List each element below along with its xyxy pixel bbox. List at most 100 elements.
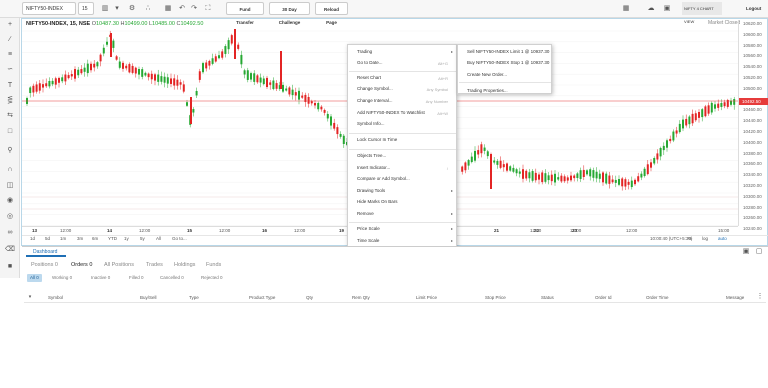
column-header-order-id[interactable]: Order Id (595, 295, 612, 300)
candle-body (230, 35, 233, 44)
range-1d[interactable]: 1d (30, 236, 35, 241)
column-header-message[interactable]: Message (726, 295, 744, 300)
submenu-item[interactable]: Sell NIFTY50-INDEX Limit 1 @ 10937.30 (467, 49, 549, 54)
column-header-symbol[interactable]: Symbol (48, 295, 63, 300)
menu-item-compare-or-add-symbol[interactable]: Compare or Add Symbol... (357, 176, 410, 181)
visibility-icon[interactable]: ◎ (5, 212, 15, 222)
layout-view-select[interactable]: NIFTY 4 CHART VIEW (682, 2, 722, 24)
compare-icon[interactable]: ▦ (163, 4, 173, 14)
candle-body (576, 173, 579, 179)
camera-icon[interactable]: ▣ (741, 247, 751, 257)
trash-icon[interactable]: ⌫ (5, 245, 15, 255)
percent-toggle[interactable]: % (688, 236, 692, 241)
tab-holdings[interactable]: Holdings (174, 262, 195, 268)
pattern-icon[interactable]: ⋚ (5, 96, 15, 106)
candle-body (534, 172, 537, 181)
auto-toggle[interactable]: auto (718, 236, 727, 241)
range-goto[interactable]: Go to... (172, 236, 187, 241)
chevron-down-icon[interactable]: ▾ (112, 4, 122, 14)
undo-icon[interactable]: ↶ (177, 4, 187, 14)
expand-chevron-icon[interactable]: ▾ (25, 292, 35, 302)
submenu-item[interactable]: Create New Order... (467, 72, 507, 77)
menu-item-symbol-info[interactable]: Symbol Info... (357, 121, 385, 126)
column-header-type[interactable]: Type (189, 295, 199, 300)
range-1m[interactable]: 1m (60, 236, 66, 241)
column-header-buy-sell[interactable]: Buy/Sell (140, 295, 157, 300)
columns-menu-icon[interactable]: ⋮ (755, 292, 765, 302)
column-header-qty[interactable]: Qty (306, 295, 313, 300)
filter-inactive[interactable]: Inactive 0 (91, 274, 110, 282)
range-3m[interactable]: 3m (77, 236, 83, 241)
submenu-item[interactable]: Trading Properties... (467, 88, 508, 93)
candle-body (710, 102, 713, 113)
log-toggle[interactable]: log (702, 236, 708, 241)
menu-item-drawing-tools[interactable]: Drawing Tools (357, 188, 385, 193)
menu-item-go-to-date[interactable]: Go to Date... (357, 60, 383, 65)
menu-item-add-nifty50-index-to-watchlist[interactable]: Add NIFTY50-INDEX To Watchlist (357, 110, 425, 115)
eye-icon[interactable]: ◉ (5, 196, 15, 206)
tab-dashboard[interactable]: Dashboard (26, 247, 66, 257)
menu-item-trading[interactable]: Trading (357, 49, 372, 54)
menu-item-change-symbol[interactable]: Change Symbol... (357, 86, 393, 91)
range-ytd[interactable]: YTD (108, 236, 117, 241)
tab-orders[interactable]: Orders 0 (71, 262, 92, 268)
cursor-icon[interactable]: + (5, 20, 15, 30)
trend-line-icon[interactable]: ∕ (5, 35, 15, 45)
redo-icon[interactable]: ↷ (189, 4, 199, 14)
camera-icon[interactable]: ▣ (662, 4, 672, 14)
range-6m[interactable]: 6m (92, 236, 98, 241)
menu-item-reset-chart[interactable]: Reset Chart (357, 75, 381, 80)
fullscreen-icon[interactable]: ⛶ (203, 4, 213, 14)
layout-icon[interactable]: ▦ (621, 4, 631, 14)
column-header-limit-price[interactable]: Limit Price (416, 295, 437, 300)
text-icon[interactable]: T (5, 81, 15, 91)
tab-positions[interactable]: Positions 0 (31, 262, 58, 268)
tab-funds[interactable]: Funds (206, 262, 221, 268)
filter-working[interactable]: Working 0 (52, 274, 72, 282)
range-1y[interactable]: 1y (124, 236, 129, 241)
menu-item-price-scale[interactable]: Price Scale (357, 226, 380, 231)
settings-icon[interactable]: ⚙ (127, 4, 137, 14)
menu-item-change-interval[interactable]: Change Interval... (357, 98, 393, 103)
maximize-icon[interactable]: ▢ (754, 247, 764, 257)
delete-icon[interactable]: ■ (5, 262, 15, 272)
submenu-item[interactable]: Buy NIFTY50-INDEX Stop 1 @ 10937.30 (467, 60, 549, 65)
menu-item-insert-indicator[interactable]: Insert Indicator... (357, 165, 390, 170)
menu-item-time-scale[interactable]: Time Scale (357, 238, 379, 243)
menu-item-hide-marks-on-bars[interactable]: Hide Marks On Bars (357, 199, 398, 204)
symbol-search-input[interactable]: NIFTY50-INDEX (22, 2, 76, 15)
column-header-status[interactable]: Status (541, 295, 554, 300)
tab-all-positions[interactable]: All Positions (104, 262, 134, 268)
menu-item-objects-tree[interactable]: Objects Tree... (357, 153, 386, 158)
range-5y[interactable]: 5y (140, 236, 145, 241)
challenge-button[interactable]: 30 Day Challenge (269, 2, 310, 25)
range-5d[interactable]: 5d (45, 236, 50, 241)
filter-filled[interactable]: Filled 0 (129, 274, 144, 282)
menu-item-lock-cursor-in-time[interactable]: Lock Cursor In Time (357, 137, 397, 142)
cloud-icon[interactable]: ☁ (646, 4, 656, 14)
zoom-icon[interactable]: ⚲ (5, 146, 15, 156)
column-header-order-time[interactable]: Order Time (646, 295, 669, 300)
reload-button[interactable]: Reload Page (315, 2, 348, 25)
link-icon[interactable]: ∞ (5, 228, 15, 238)
logout-button[interactable]: Logout (742, 2, 764, 15)
prediction-icon[interactable]: ⇆ (5, 111, 15, 121)
fib-icon[interactable]: ≡ (5, 50, 15, 60)
interval-select[interactable]: 15 (78, 2, 94, 15)
tab-trades[interactable]: Trades (146, 262, 163, 268)
candles-icon[interactable]: ▥ (100, 4, 110, 14)
filter-all[interactable]: All 0 (27, 274, 42, 282)
filter-cancelled[interactable]: Cancelled 0 (160, 274, 184, 282)
lock-icon[interactable]: ◫ (5, 181, 15, 191)
fund-transfer-button[interactable]: Fund Transfer (226, 2, 264, 25)
brush-icon[interactable]: ∽ (5, 65, 15, 75)
measure-icon[interactable]: □ (5, 127, 15, 137)
column-header-rem-qty[interactable]: Rem Qty (352, 295, 370, 300)
column-header-stop-price[interactable]: Stop Price (485, 295, 506, 300)
column-header-product-type[interactable]: Product Type (249, 295, 275, 300)
range-all[interactable]: All (156, 236, 161, 241)
menu-item-remove[interactable]: Remove (357, 211, 374, 216)
indicators-icon[interactable]: ∴ (143, 4, 153, 14)
magnet-icon[interactable]: ∩ (5, 165, 15, 175)
filter-rejected[interactable]: Rejected 0 (201, 274, 223, 282)
